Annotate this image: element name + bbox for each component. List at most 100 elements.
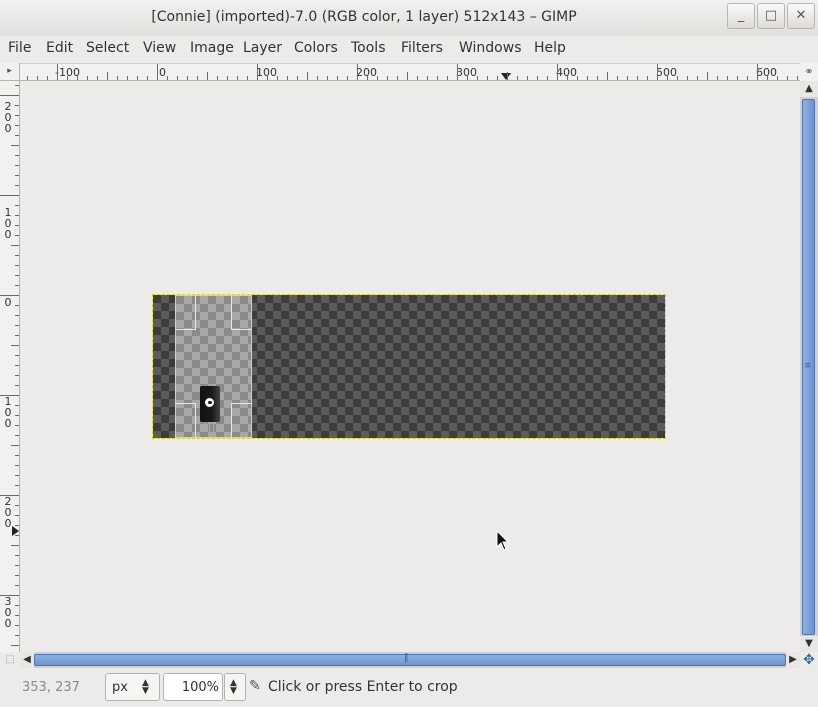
- crop-rectangle[interactable]: [175, 295, 252, 438]
- ruler-tick: [217, 76, 218, 80]
- horizontal-scroll-thumb[interactable]: [34, 654, 786, 666]
- ruler-tick: [187, 76, 188, 80]
- ruler-tick: [37, 76, 38, 80]
- scroll-down-arrow-icon[interactable]: ▼: [800, 636, 818, 652]
- ruler-digit: 0: [4, 417, 12, 430]
- ruler-tick: [627, 76, 628, 80]
- ruler-tick: [267, 76, 268, 80]
- ruler-tick: [11, 545, 19, 546]
- menu-arrow-icon: ▸: [7, 66, 12, 76]
- ruler-tick: [15, 265, 19, 266]
- unit-selector[interactable]: px ▲ ▼: [105, 673, 160, 701]
- crop-handle-top-left[interactable]: [176, 296, 196, 330]
- ruler-label-group: 1 0 0: [3, 396, 13, 429]
- ruler-tick: [457, 64, 458, 80]
- ruler-tick: [437, 76, 438, 80]
- menu-edit[interactable]: Edit: [46, 40, 73, 56]
- navigate-button[interactable]: ✥: [800, 652, 818, 668]
- ruler-label: 0: [159, 66, 166, 79]
- sprite-leg: [205, 422, 206, 432]
- ruler-tick: [15, 85, 19, 86]
- menu-windows[interactable]: Windows: [459, 40, 522, 56]
- menu-image[interactable]: Image: [190, 40, 234, 56]
- ruler-tick: [167, 76, 168, 80]
- ruler-tick: [137, 76, 138, 80]
- ruler-tick: [15, 235, 19, 236]
- ruler-tick: [15, 425, 19, 426]
- close-button[interactable]: ✕: [787, 3, 815, 29]
- zoom-icon: ⚭: [804, 65, 814, 78]
- ruler-tick: [0, 595, 19, 596]
- sprite-leg: [209, 422, 210, 432]
- crop-handle-bottom-right[interactable]: [231, 403, 251, 437]
- ruler-tick: [727, 76, 728, 80]
- ruler-tick: [27, 76, 28, 80]
- ruler-tick: [407, 72, 408, 80]
- menu-filters[interactable]: Filters: [401, 40, 443, 56]
- menu-view[interactable]: View: [143, 40, 176, 56]
- ruler-tick: [15, 125, 19, 126]
- ruler-tick: [15, 535, 19, 536]
- ruler-tick: [15, 555, 19, 556]
- grip-icon: ≡: [804, 361, 812, 371]
- ruler-tick: [447, 76, 448, 80]
- menu-file[interactable]: File: [8, 40, 31, 56]
- menu-layer[interactable]: Layer: [243, 40, 282, 56]
- vertical-scrollbar[interactable]: ▲ ≡ ▼: [800, 81, 818, 652]
- ruler-tick: [0, 395, 19, 396]
- ruler-tick: [707, 72, 708, 80]
- horizontal-scrollbar[interactable]: ◀ ‖ ▶: [20, 652, 800, 668]
- menu-colors[interactable]: Colors: [294, 40, 338, 56]
- scroll-left-arrow-icon[interactable]: ◀: [20, 652, 34, 668]
- zoom-field[interactable]: 100%: [163, 673, 223, 701]
- ruler-label-group: 3 0 0: [3, 596, 13, 629]
- ruler-tick: [327, 76, 328, 80]
- crop-handle-bottom-left[interactable]: [176, 403, 196, 437]
- ruler-tick: [15, 625, 19, 626]
- menu-select[interactable]: Select: [86, 40, 129, 56]
- ruler-tick: [15, 155, 19, 156]
- spin-arrows-icon: ▲ ▼: [142, 678, 149, 696]
- ruler-tick: [657, 64, 658, 80]
- ruler-tick: [347, 76, 348, 80]
- image-menu-button[interactable]: ▸: [0, 63, 20, 81]
- menu-tools[interactable]: Tools: [351, 40, 386, 56]
- scroll-right-arrow-icon[interactable]: ▶: [786, 652, 800, 668]
- ruler-tick: [57, 64, 58, 80]
- ruler-tick: [15, 575, 19, 576]
- scroll-up-arrow-icon[interactable]: ▲: [800, 81, 818, 97]
- ruler-tick: [567, 76, 568, 80]
- ruler-tick: [15, 335, 19, 336]
- ruler-tick: [15, 225, 19, 226]
- close-icon: ✕: [795, 8, 807, 23]
- maximize-button[interactable]: □: [757, 3, 785, 29]
- status-bar: 353, 237 px ▲ ▼ 100% ▲ ▼ ✎ Click or press …: [0, 668, 818, 707]
- horizontal-ruler[interactable]: -100 0 100 200 300 400 500 600: [20, 63, 800, 81]
- menu-bar: File Edit Select View Image Layer Colors…: [0, 36, 818, 62]
- image-canvas[interactable]: [20, 81, 800, 652]
- zoom-on-resize-button[interactable]: ⚭: [800, 63, 818, 81]
- zoom-dropdown-button[interactable]: ▲ ▼: [224, 673, 246, 701]
- minimize-icon: _: [737, 8, 745, 23]
- ruler-tick: [787, 76, 788, 80]
- ruler-tick: [11, 145, 19, 146]
- image-layer[interactable]: [152, 294, 666, 439]
- minimize-button[interactable]: _: [727, 3, 755, 29]
- ruler-tick: [527, 76, 528, 80]
- ruler-digit: 0: [4, 617, 12, 630]
- title-bar: [Connie] (imported)-7.0 (RGB color, 1 la…: [0, 0, 818, 36]
- ruler-tick: [237, 76, 238, 80]
- ruler-tick: [15, 485, 19, 486]
- ruler-tick: [11, 445, 19, 446]
- pointer-position-marker: [501, 73, 511, 80]
- quick-mask-toggle[interactable]: ⬚: [0, 652, 20, 668]
- ruler-label-group: 1 0 0: [3, 207, 13, 240]
- ruler-tick: [15, 515, 19, 516]
- crop-handle-top-right[interactable]: [231, 296, 251, 330]
- ruler-tick: [337, 76, 338, 80]
- vertical-ruler[interactable]: 2 0 0 1 0 0 0 1 0 0 2 0 0 3 0 0: [0, 81, 20, 652]
- ruler-tick: [15, 105, 19, 106]
- ruler-tick: [15, 635, 19, 636]
- menu-help[interactable]: Help: [534, 40, 566, 56]
- ruler-tick: [307, 72, 308, 80]
